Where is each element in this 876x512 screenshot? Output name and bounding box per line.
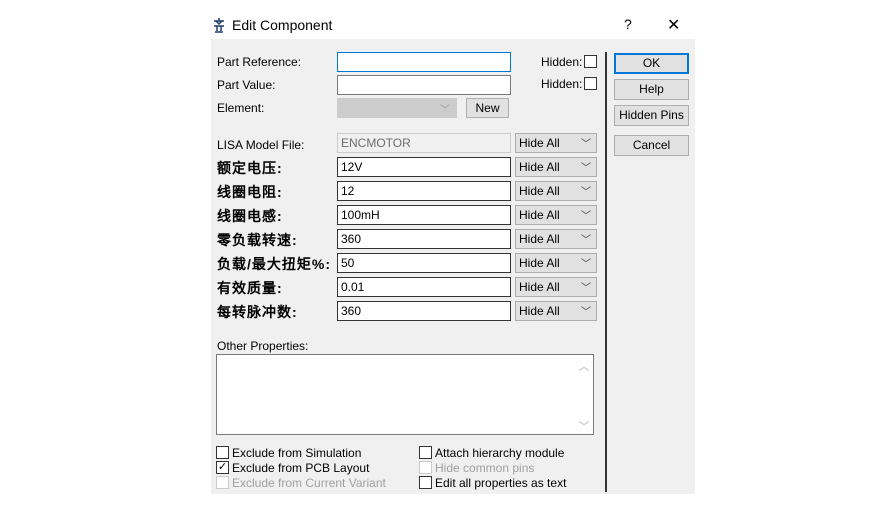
select-value: Hide All	[519, 280, 560, 294]
hidden-label: Hidden:	[541, 55, 583, 69]
other-properties-label: Other Properties:	[217, 339, 309, 353]
select-value: Hide All	[519, 256, 560, 270]
property-label: 有效质量:	[217, 280, 283, 296]
property-input[interactable]: 12	[337, 181, 511, 201]
property-input[interactable]: 0.01	[337, 277, 511, 297]
chevron-down-icon: ﹀	[581, 307, 591, 318]
help-button[interactable]: Help	[614, 79, 689, 100]
hidden-pins-button[interactable]: Hidden Pins	[614, 105, 689, 126]
property-visibility-select[interactable]: Hide All ﹀	[515, 157, 597, 177]
close-icon[interactable]: ✕	[667, 15, 680, 35]
checkbox[interactable]	[419, 446, 432, 459]
element-select[interactable]: ﹀	[337, 98, 457, 118]
checkbox[interactable]: ✓	[216, 461, 229, 474]
checkbox[interactable]	[419, 476, 432, 489]
property-visibility-select[interactable]: Hide All ﹀	[515, 253, 597, 273]
select-value: Hide All	[519, 160, 560, 174]
checkbox[interactable]	[216, 446, 229, 459]
property-input[interactable]: 360	[337, 229, 511, 249]
chevron-down-icon: ﹀	[581, 211, 591, 222]
part-value-label: Part Value:	[217, 78, 276, 92]
select-value: Hide All	[519, 208, 560, 222]
lisa-label: LISA Model File:	[217, 138, 305, 152]
property-label: 每转脉冲数:	[217, 304, 298, 320]
checkbox[interactable]	[216, 476, 229, 489]
select-value: Hide All	[519, 232, 560, 246]
checkbox-label: Exclude from Current Variant	[232, 476, 386, 490]
chevron-down-icon: ﹀	[581, 163, 591, 174]
property-input[interactable]: 12V	[337, 157, 511, 177]
checkbox-label: Edit all properties as text	[435, 476, 567, 490]
part-reference-hidden-checkbox[interactable]	[584, 55, 597, 68]
new-button[interactable]: New	[466, 98, 509, 118]
property-visibility-select[interactable]: Hide All ﹀	[515, 277, 597, 297]
property-label: 线圈电感:	[217, 208, 283, 224]
property-visibility-select[interactable]: Hide All ﹀	[515, 181, 597, 201]
chevron-down-icon: ﹀	[440, 105, 450, 116]
property-input[interactable]: 360	[337, 301, 511, 321]
other-properties-textarea[interactable]	[216, 354, 594, 435]
property-visibility-select[interactable]: Hide All ﹀	[515, 229, 597, 249]
part-reference-input[interactable]	[337, 52, 511, 72]
part-reference-label: Part Reference:	[217, 55, 302, 69]
property-label: 零负载转速:	[217, 232, 298, 248]
chevron-down-icon: ﹀	[581, 187, 591, 198]
select-value: Hide All	[519, 184, 560, 198]
chevron-down-icon: ﹀	[581, 283, 591, 294]
property-input[interactable]: 100mH	[337, 205, 511, 225]
part-value-input[interactable]	[337, 75, 511, 95]
checkbox-label: Hide common pins	[435, 461, 535, 475]
hidden-label: Hidden:	[541, 77, 583, 91]
cancel-button[interactable]: Cancel	[614, 135, 689, 156]
lisa-input[interactable]: ENCMOTOR	[337, 133, 511, 153]
property-label: 额定电压:	[217, 160, 283, 176]
window-title: Edit Component	[232, 17, 333, 33]
chevron-down-icon: ﹀	[581, 139, 591, 150]
property-visibility-select[interactable]: Hide All ﹀	[515, 301, 597, 321]
checkbox-label: Exclude from PCB Layout	[232, 461, 370, 475]
chevron-down-icon: ﹀	[581, 235, 591, 246]
element-label: Element:	[217, 101, 265, 115]
separator	[605, 52, 607, 492]
checkbox-label: Exclude from Simulation	[232, 446, 362, 460]
component-icon	[214, 18, 224, 33]
chevron-down-icon: ﹀	[581, 259, 591, 270]
property-label: 负载/最大扭矩%:	[217, 256, 331, 272]
select-value: Hide All	[519, 136, 560, 150]
checkbox-label: Attach hierarchy module	[435, 446, 565, 460]
ok-button[interactable]: OK	[614, 53, 689, 74]
property-label: 线圈电阻:	[217, 184, 283, 200]
scroll-down-icon[interactable]: ﹀	[579, 418, 589, 433]
select-value: Hide All	[519, 304, 560, 318]
part-value-hidden-checkbox[interactable]	[584, 77, 597, 90]
property-input[interactable]: 50	[337, 253, 511, 273]
help-icon[interactable]: ?	[624, 16, 632, 32]
property-visibility-select[interactable]: Hide All ﹀	[515, 205, 597, 225]
checkbox[interactable]	[419, 461, 432, 474]
scroll-up-icon[interactable]: ︿	[579, 358, 589, 373]
lisa-visibility-select[interactable]: Hide All ﹀	[515, 133, 597, 153]
